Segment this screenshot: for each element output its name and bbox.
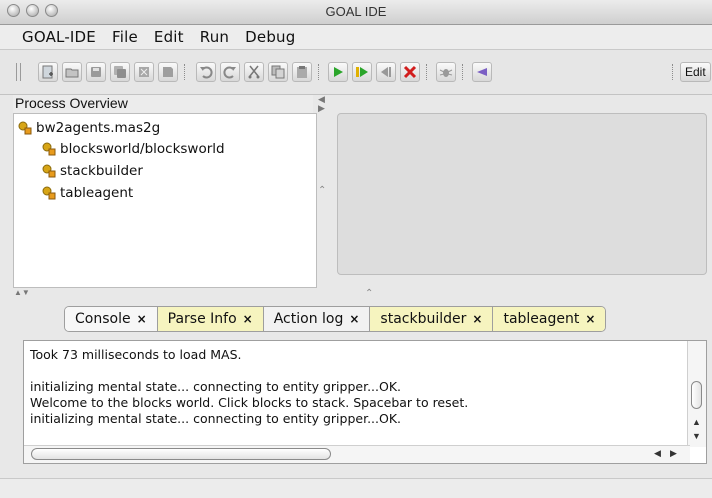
- step-icon[interactable]: [352, 62, 372, 82]
- tree-node-tableagent[interactable]: tableagent: [42, 185, 133, 201]
- tab-label: Console: [75, 311, 131, 327]
- bottom-tab-area: Console × Parse Info × Action log × stac…: [23, 306, 707, 464]
- toolbar-separator: [426, 64, 428, 80]
- redo-icon[interactable]: [220, 62, 240, 82]
- debug-bug-icon[interactable]: [436, 62, 456, 82]
- tab-stackbuilder[interactable]: stackbuilder ×: [370, 307, 494, 331]
- close-tab-icon[interactable]: ×: [349, 312, 359, 326]
- agent-group-icon: [18, 121, 32, 135]
- process-tree: bw2agents.mas2g blocksworld/blocksworld …: [13, 113, 317, 288]
- tree-node-blocksworld[interactable]: blocksworld/blocksworld: [42, 141, 225, 157]
- vertical-scroll-thumb[interactable]: [691, 381, 702, 409]
- process-overview-header: Process Overview: [13, 95, 313, 114]
- kill-icon[interactable]: [400, 62, 420, 82]
- tab-parse-info[interactable]: Parse Info ×: [157, 307, 264, 331]
- close-tab-icon[interactable]: ×: [243, 312, 253, 326]
- save-all-icon[interactable]: [110, 62, 130, 82]
- toolbar-separator: [672, 64, 674, 80]
- tab-label: tableagent: [503, 311, 580, 327]
- scroll-left-arrow-icon[interactable]: ◀: [654, 448, 661, 459]
- title-bar: GOAL IDE: [0, 0, 712, 25]
- split-handle-mark[interactable]: ⌃: [318, 185, 326, 196]
- horizontal-scroll-thumb[interactable]: [31, 448, 331, 460]
- tree-node-label: bw2agents.mas2g: [36, 120, 161, 136]
- agent-icon: [42, 142, 56, 156]
- tree-node-label: stackbuilder: [60, 163, 143, 179]
- tree-node-label: tableagent: [60, 185, 134, 201]
- open-folder-icon[interactable]: [62, 62, 82, 82]
- menu-edit[interactable]: Edit: [146, 28, 192, 46]
- process-overview-title: Process Overview: [15, 95, 128, 111]
- undo-icon[interactable]: [196, 62, 216, 82]
- tab-label: Parse Info: [167, 311, 237, 327]
- menu-debug[interactable]: Debug: [237, 28, 303, 46]
- breakpoint-icon[interactable]: [472, 62, 492, 82]
- tab-strip: Console × Parse Info × Action log × stac…: [64, 306, 607, 332]
- split-collapse-arrows[interactable]: ◀ ▶: [318, 95, 325, 113]
- close-tab-icon[interactable]: ×: [585, 312, 595, 326]
- back-icon[interactable]: [376, 62, 396, 82]
- tree-node-stackbuilder[interactable]: stackbuilder: [42, 163, 143, 179]
- cut-icon[interactable]: [244, 62, 264, 82]
- toolbar-separator: [462, 64, 464, 80]
- tab-label: stackbuilder: [380, 311, 467, 327]
- agent-icon: [42, 186, 56, 200]
- console-line: initializing mental state... connecting …: [30, 379, 402, 394]
- split-handle-mark[interactable]: ⌃: [365, 288, 373, 299]
- console-line: Welcome to the blocks world. Click block…: [30, 395, 469, 410]
- paste-icon[interactable]: [292, 62, 312, 82]
- menu-bar: GOAL-IDE File Edit Run Debug: [0, 25, 712, 50]
- horizontal-scrollbar[interactable]: ◀ ▶: [24, 445, 690, 463]
- console-line: Took 73 milliseconds to load MAS.: [30, 347, 242, 362]
- scroll-up-arrow-icon[interactable]: ▲: [692, 417, 701, 427]
- console-line: initializing mental state... connecting …: [30, 411, 402, 426]
- copy-icon[interactable]: [268, 62, 288, 82]
- editor-panel: [337, 113, 707, 275]
- save-icon[interactable]: [86, 62, 106, 82]
- tab-console[interactable]: Console ×: [65, 307, 158, 331]
- menu-run[interactable]: Run: [192, 28, 237, 46]
- scroll-down-arrow-icon[interactable]: ▼: [692, 431, 701, 441]
- new-file-icon[interactable]: [38, 62, 58, 82]
- tab-tableagent[interactable]: tableagent ×: [493, 307, 606, 331]
- close-file-icon[interactable]: [134, 62, 154, 82]
- window-title: GOAL IDE: [325, 4, 387, 19]
- toolbar-separator: [184, 64, 186, 80]
- vertical-split-arrows[interactable]: ▲▼: [14, 288, 30, 297]
- menu-file[interactable]: File: [104, 28, 146, 46]
- vertical-scrollbar[interactable]: ▲ ▼: [687, 341, 706, 447]
- run-icon[interactable]: [328, 62, 348, 82]
- tab-label: Action log: [273, 311, 344, 327]
- menu-goal-ide[interactable]: GOAL-IDE: [0, 28, 104, 46]
- toolbar: Edit: [0, 50, 712, 95]
- tab-action-log[interactable]: Action log ×: [263, 307, 371, 331]
- toolbar-separator: [318, 64, 320, 80]
- close-all-icon[interactable]: [158, 62, 178, 82]
- agent-icon: [42, 164, 56, 178]
- tree-node-label: blocksworld/blocksworld: [60, 141, 225, 157]
- edit-mode-button[interactable]: Edit: [680, 62, 711, 82]
- close-tab-icon[interactable]: ×: [472, 312, 482, 326]
- close-tab-icon[interactable]: ×: [137, 312, 147, 326]
- scroll-right-arrow-icon[interactable]: ▶: [670, 448, 677, 459]
- tree-node-root[interactable]: bw2agents.mas2g: [18, 120, 160, 136]
- console-output[interactable]: Took 73 milliseconds to load MAS. initia…: [23, 340, 707, 464]
- status-bar: [0, 478, 712, 498]
- toolbar-grip[interactable]: [16, 63, 21, 81]
